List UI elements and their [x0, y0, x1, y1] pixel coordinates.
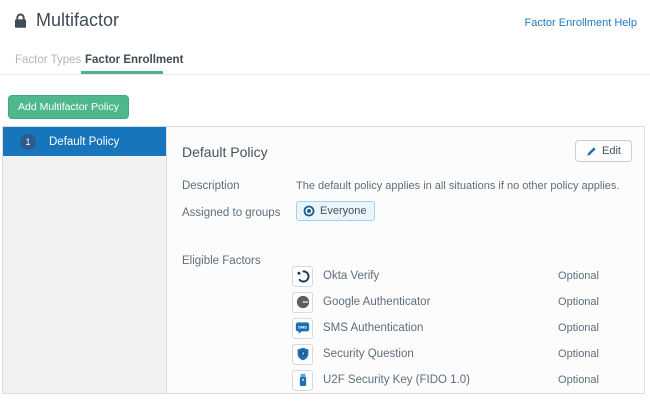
policy-list-item-label: Default Policy — [49, 136, 119, 148]
factor-name: Security Question — [323, 348, 414, 360]
factor-row-security-question: ? Security Question Optional — [292, 341, 599, 367]
pencil-icon — [586, 146, 597, 157]
factor-status: Optional — [558, 322, 599, 334]
factor-status: Optional — [558, 270, 599, 282]
eligible-factors-label: Eligible Factors — [182, 255, 261, 267]
policy-index-badge: 1 — [20, 134, 36, 150]
google-authenticator-icon — [292, 292, 313, 313]
description-value: The default policy applies in all situat… — [296, 180, 619, 192]
assigned-to-groups-label: Assigned to groups — [182, 207, 280, 219]
factor-name: SMS Authentication — [323, 322, 423, 334]
factor-status: Optional — [558, 296, 599, 308]
edit-button-label: Edit — [602, 145, 621, 157]
page-title: Multifactor — [36, 10, 119, 31]
sms-bubble-icon: SMS — [292, 318, 313, 339]
question-mark-icon-text: ? — [301, 351, 304, 357]
factor-status: Optional — [558, 348, 599, 360]
policy-list-item-default-policy[interactable]: 1 Default Policy — [3, 127, 166, 156]
policy-list-sidebar: 1 Default Policy — [3, 127, 167, 393]
add-multifactor-policy-button[interactable]: Add Multifactor Policy — [8, 95, 129, 119]
everyone-group-icon — [303, 205, 315, 217]
tab-factor-types[interactable]: Factor Types — [15, 54, 81, 66]
factor-row-u2f-security-key: U2F Security Key (FIDO 1.0) Optional — [292, 367, 599, 393]
factor-enrollment-help-link[interactable]: Factor Enrollment Help — [525, 17, 638, 29]
eligible-factors-list: Okta Verify Optional Google Authenticato… — [292, 263, 599, 393]
factor-row-sms-authentication: SMS SMS Authentication Optional — [292, 315, 599, 341]
factor-status: Optional — [558, 374, 599, 386]
description-label: Description — [182, 180, 240, 192]
security-question-shield-icon: ? — [292, 344, 313, 365]
edit-button[interactable]: Edit — [575, 140, 632, 162]
okta-verify-icon — [292, 266, 313, 287]
group-chip-label: Everyone — [320, 205, 366, 217]
lock-icon — [13, 13, 28, 34]
policy-detail-panel: Default Policy Edit Description The defa… — [167, 127, 644, 393]
tab-factor-enrollment[interactable]: Factor Enrollment — [85, 54, 183, 66]
factor-name: Google Authenticator — [323, 296, 430, 308]
policy-detail-title: Default Policy — [182, 144, 268, 160]
factor-row-okta-verify: Okta Verify Optional — [292, 263, 599, 289]
factor-name: U2F Security Key (FIDO 1.0) — [323, 374, 470, 386]
tab-divider — [0, 74, 650, 75]
sms-icon-text: SMS — [298, 325, 307, 330]
policy-content-panel: 1 Default Policy Default Policy Edit Des… — [2, 126, 645, 394]
factor-row-google-authenticator: Google Authenticator Optional — [292, 289, 599, 315]
group-chip-everyone[interactable]: Everyone — [296, 201, 375, 221]
factor-name: Okta Verify — [323, 270, 379, 282]
usb-key-icon — [292, 370, 313, 391]
